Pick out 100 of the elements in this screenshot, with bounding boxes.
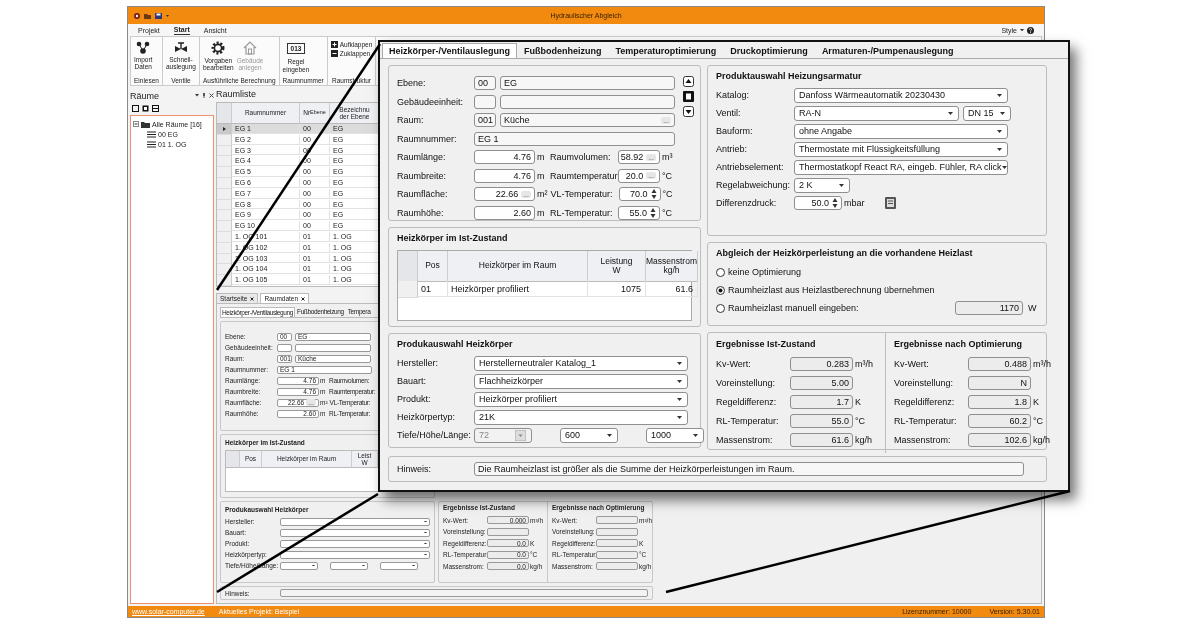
output-field: 0.488 [968, 357, 1031, 371]
form-tab[interactable]: Druckoptimierung [723, 43, 815, 58]
dropdown[interactable]: DN 15 [963, 105, 1011, 121]
field-label: VL-Temperatur: [549, 189, 614, 199]
column-header[interactable]: Leistung W [588, 251, 646, 282]
dropdown[interactable]: Herstellerneutraler Katalog_1 [474, 355, 688, 371]
open-folder-icon[interactable] [144, 12, 151, 19]
dropdown[interactable]: 21K [474, 409, 688, 425]
column-header[interactable]: Heizkörper im Raum [448, 251, 588, 282]
caret-icon [424, 531, 427, 534]
input-field[interactable]: 4.76 [474, 168, 535, 183]
close-icon[interactable] [209, 93, 214, 98]
input-field[interactable]: 50.0 [794, 196, 842, 210]
field-label: Raum: [397, 115, 425, 125]
pin-icon[interactable] [202, 93, 206, 98]
radio-button[interactable] [716, 303, 725, 313]
field-label: Raumvolumen: [549, 152, 612, 162]
field-label: Heizkörpertyp: [397, 412, 457, 422]
dropdown[interactable]: Flachheizkörper [474, 373, 688, 389]
dropdown[interactable]: Heizkörper profiliert [474, 391, 688, 407]
form-tab[interactable]: Temperaturoptimierung [608, 43, 724, 58]
field-label: Produkt: [397, 394, 432, 404]
radio-button[interactable] [716, 285, 725, 295]
input-field[interactable]: 2.60 [474, 205, 535, 220]
list-icon[interactable] [152, 104, 159, 112]
output-field: 0.283 [790, 357, 853, 371]
field-label: Bauform: [716, 126, 754, 136]
dropdown[interactable] [280, 517, 430, 526]
radio-button[interactable] [716, 267, 725, 277]
dropdown[interactable]: ohne Angabe [794, 123, 1008, 139]
spinner-icon[interactable] [650, 206, 656, 219]
help-icon[interactable] [1027, 26, 1034, 34]
dropdown[interactable]: 600 [560, 427, 618, 443]
input-field[interactable] [295, 343, 371, 352]
arrow-down-icon[interactable] [683, 106, 694, 117]
input-field[interactable]: EG [500, 76, 675, 90]
output-field: 1.8 [968, 395, 1031, 409]
form-tab[interactable]: Armaturen-/Pumpenauslegung [814, 43, 961, 58]
unit-label: m³ [661, 152, 673, 162]
spinner-icon[interactable] [832, 197, 838, 209]
collapse-icon[interactable] [133, 121, 139, 127]
app-logo-icon [134, 12, 140, 19]
spinner-icon[interactable] [650, 188, 657, 200]
field-label: Hersteller: [397, 358, 439, 368]
caret-icon [997, 147, 1002, 151]
form-tab[interactable]: Fußbodenheizung [517, 43, 609, 58]
input-field[interactable] [277, 343, 292, 352]
row-header[interactable] [217, 275, 232, 286]
calculator-icon[interactable] [884, 197, 896, 209]
page-icon[interactable] [683, 91, 694, 102]
dropdown[interactable] [280, 539, 430, 548]
input-field[interactable]: EG 1 [474, 131, 675, 146]
field-label: Kv-Wert: [716, 359, 752, 369]
input-field[interactable]: 4.76 [474, 150, 535, 164]
field-label: Hinweis: [397, 464, 432, 474]
save-icon[interactable] [155, 12, 162, 19]
close-icon[interactable] [250, 296, 255, 301]
field-label: Voreinstellung: [894, 378, 955, 388]
arrow-up-icon[interactable] [683, 76, 694, 87]
section-title: Produkauswahl Heizkörper [397, 339, 514, 349]
input-field[interactable] [474, 94, 496, 109]
unit-label: kg/h [854, 435, 872, 445]
table-cell: 1075 [588, 281, 646, 297]
caret-icon [312, 564, 315, 567]
output-field: 1.7 [790, 395, 853, 409]
column-header[interactable]: Pos [418, 251, 448, 282]
list-icon [147, 140, 156, 148]
column-header[interactable]: Massenstrom kg/h [646, 251, 698, 282]
row-header[interactable] [217, 264, 232, 276]
dropdown-icon[interactable] [166, 14, 169, 17]
header-corner [226, 451, 240, 468]
dropdown[interactable]: RA-N [794, 105, 959, 121]
input-field[interactable]: 00 [474, 76, 496, 90]
grid-icon[interactable] [142, 104, 149, 112]
input-field[interactable]: 1170 [955, 301, 1023, 315]
input-field[interactable]: 001 [474, 113, 496, 127]
input-field[interactable] [500, 94, 675, 109]
dropdown[interactable]: 1000 [646, 427, 704, 443]
dropdown[interactable]: Danfoss Wärmeautomatik 20230430 [794, 87, 1008, 103]
field-label: Regeldifferenz: [894, 397, 956, 407]
input-field[interactable]: 55.0 [618, 205, 660, 220]
field-label: Raumbreite: [397, 170, 448, 181]
input-field[interactable]: 70.0 [618, 187, 661, 201]
output-field [596, 516, 638, 525]
unit-label: °C [854, 416, 866, 426]
dropdown[interactable]: Thermostatkopf React RA, eingeb. Fühler, RA click [794, 159, 1008, 175]
field-label: Differenzdruck: [716, 198, 778, 208]
caret-icon [412, 564, 415, 567]
network-icon [136, 41, 151, 54]
dropdown[interactable]: Thermostate mit Flüssigkeitsfüllung [794, 141, 1008, 157]
form-tab[interactable]: Heizkörper-/Ventilauslegung [382, 43, 518, 58]
unit-label: m [536, 170, 546, 181]
output-field [487, 527, 529, 536]
close-icon[interactable] [301, 296, 306, 301]
dropdown[interactable] [280, 528, 430, 537]
caret-icon [677, 361, 682, 365]
row-header[interactable] [217, 124, 232, 135]
square-icon[interactable] [132, 104, 139, 112]
dropdown[interactable]: 2 K [794, 177, 850, 193]
field-label: Massenstrom: [716, 435, 774, 445]
